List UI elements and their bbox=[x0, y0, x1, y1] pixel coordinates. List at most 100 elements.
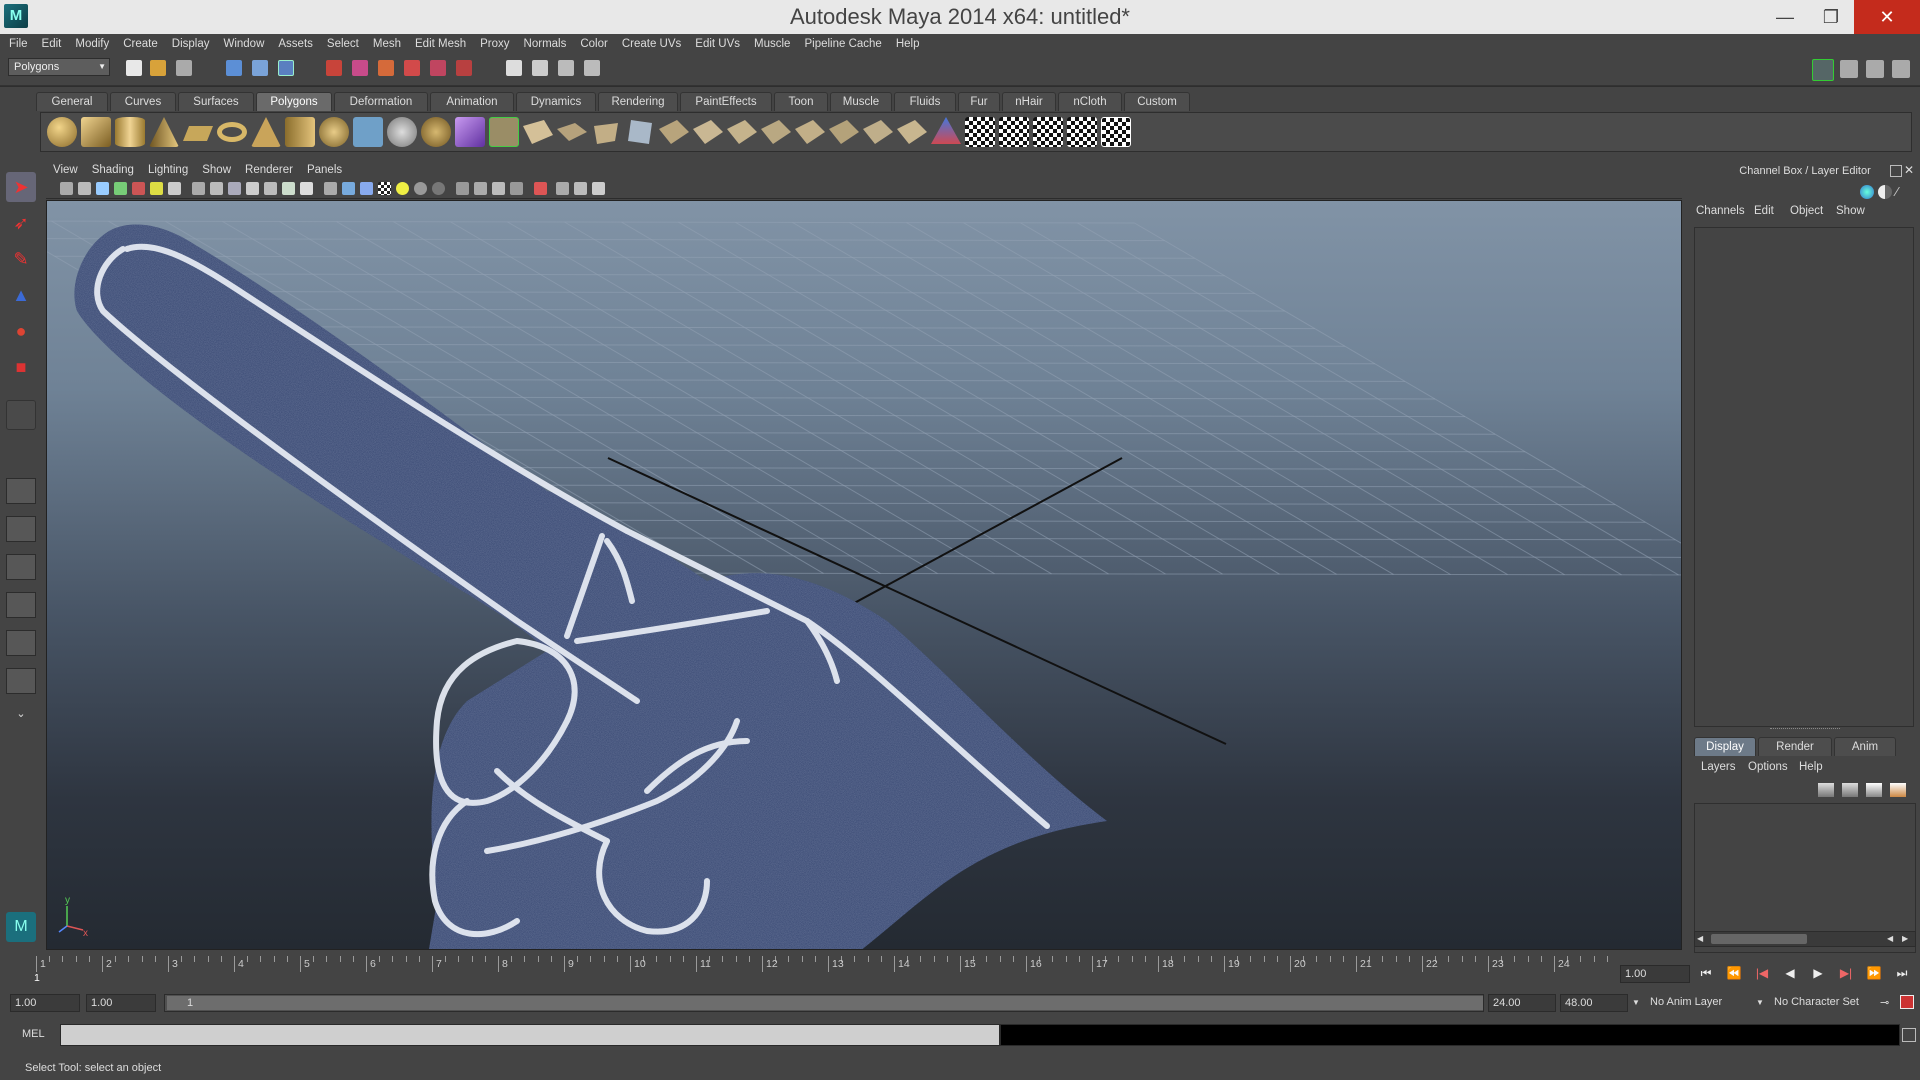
snap-grid-icon[interactable] bbox=[326, 60, 342, 76]
show-tool-settings-icon[interactable] bbox=[1840, 60, 1858, 78]
bookmark-icon[interactable] bbox=[96, 182, 109, 195]
lasso-tool-icon[interactable]: ➶ bbox=[6, 208, 36, 238]
menu-modify[interactable]: Modify bbox=[68, 34, 116, 54]
move-layer-down-icon[interactable] bbox=[1842, 783, 1858, 797]
go-to-start-icon[interactable]: ⏮ bbox=[1695, 962, 1717, 984]
snap-curve-icon[interactable] bbox=[352, 60, 368, 76]
poly-cylinder-icon[interactable] bbox=[115, 117, 145, 147]
menu-select[interactable]: Select bbox=[320, 34, 366, 54]
scrollbar-thumb[interactable] bbox=[1711, 934, 1807, 944]
play-backwards-icon[interactable]: ◀ bbox=[1779, 962, 1801, 984]
tab-custom[interactable]: Custom bbox=[1124, 92, 1190, 111]
poly-prism-icon[interactable] bbox=[251, 117, 281, 147]
poly-cube-icon[interactable] bbox=[81, 117, 111, 147]
tab-fur[interactable]: Fur bbox=[958, 92, 1000, 111]
tab-painteffects[interactable]: PaintEffects bbox=[680, 92, 772, 111]
current-time-marker[interactable]: 1 bbox=[34, 972, 40, 984]
menu-help[interactable]: Help bbox=[889, 34, 927, 54]
render-frame-icon[interactable] bbox=[532, 60, 548, 76]
command-language-label[interactable]: MEL bbox=[22, 1028, 45, 1040]
boolean-icon[interactable] bbox=[421, 117, 451, 147]
animation-start-field[interactable]: 1.00 bbox=[10, 994, 80, 1012]
gate-mask-icon[interactable] bbox=[228, 182, 241, 195]
menu-create-uvs[interactable]: Create UVs bbox=[615, 34, 688, 54]
menu-set-dropdown[interactable]: Polygons ▼ bbox=[8, 58, 110, 76]
viewport-menu-show[interactable]: Show bbox=[195, 161, 238, 179]
layout-hypershade-icon[interactable] bbox=[6, 630, 36, 656]
shadows-icon[interactable] bbox=[414, 182, 427, 195]
offset-edge-icon[interactable] bbox=[659, 120, 689, 144]
character-set-label[interactable]: No Character Set bbox=[1774, 996, 1859, 1008]
xray-icon[interactable] bbox=[534, 182, 547, 195]
viewport-menu-shading[interactable]: Shading bbox=[85, 161, 141, 179]
smooth-icon[interactable] bbox=[455, 117, 485, 147]
scale-tool-icon[interactable]: ■ bbox=[6, 352, 36, 382]
save-scene-icon[interactable] bbox=[176, 60, 192, 76]
bevel-icon[interactable] bbox=[693, 120, 723, 144]
current-frame-field[interactable]: 1.00 bbox=[1620, 965, 1690, 983]
render-view-icon[interactable] bbox=[506, 60, 522, 76]
range-slider-handle[interactable]: 1 bbox=[167, 996, 1483, 1010]
playback-end-field[interactable]: 24.00 bbox=[1488, 994, 1556, 1012]
select-component-icon[interactable] bbox=[278, 60, 294, 76]
planar-mapping-icon[interactable] bbox=[965, 117, 995, 147]
channel-hyper-icon[interactable]: ⁄ bbox=[1896, 185, 1910, 199]
maya-home-icon[interactable]: M bbox=[6, 912, 36, 942]
new-layer-selected-icon[interactable] bbox=[1890, 783, 1906, 797]
new-scene-icon[interactable] bbox=[126, 60, 142, 76]
safe-action-icon[interactable] bbox=[264, 182, 277, 195]
automatic-mapping-icon[interactable] bbox=[1067, 117, 1097, 147]
collapse-icon[interactable] bbox=[761, 120, 791, 144]
menu-create[interactable]: Create bbox=[116, 34, 165, 54]
layout-persp-hypershade-icon[interactable] bbox=[6, 668, 36, 694]
move-layer-up-icon[interactable] bbox=[1818, 783, 1834, 797]
merge-icon[interactable] bbox=[727, 120, 757, 144]
viewport-menu-panels[interactable]: Panels bbox=[300, 161, 349, 179]
snap-view-icon[interactable] bbox=[456, 60, 472, 76]
maximize-button[interactable]: ❐ bbox=[1808, 0, 1854, 34]
scroll-left-icon[interactable]: ◀ bbox=[1697, 934, 1703, 943]
paint-select-tool-icon[interactable]: ✎ bbox=[6, 244, 36, 274]
new-empty-layer-icon[interactable] bbox=[1866, 783, 1882, 797]
scroll-right-icon[interactable]: ◀ bbox=[1887, 934, 1893, 943]
viewport-menu-view[interactable]: View bbox=[46, 161, 85, 179]
textured-icon[interactable] bbox=[378, 182, 391, 195]
poly-helix-icon[interactable] bbox=[319, 117, 349, 147]
auto-key-icon[interactable]: ⊸ bbox=[1880, 996, 1889, 1009]
anim-layer-label[interactable]: No Anim Layer bbox=[1650, 996, 1722, 1008]
resolution-gate-icon[interactable] bbox=[210, 182, 223, 195]
anim-layer-dropdown-icon[interactable]: ▼ bbox=[1632, 998, 1640, 1007]
menu-edit[interactable]: Edit bbox=[35, 34, 69, 54]
menu-pipeline-cache[interactable]: Pipeline Cache bbox=[797, 34, 888, 54]
tab-animation[interactable]: Animation bbox=[430, 92, 514, 111]
layer-menu-help[interactable]: Help bbox=[1799, 761, 1823, 773]
show-attribute-editor-icon[interactable] bbox=[1812, 59, 1834, 81]
xray-joints-icon[interactable] bbox=[556, 182, 569, 195]
screen-space-ao-icon[interactable] bbox=[432, 182, 445, 195]
layout-persp-graph-icon[interactable] bbox=[6, 592, 36, 618]
isolate-select-icon[interactable] bbox=[510, 182, 523, 195]
tab-ncloth[interactable]: nCloth bbox=[1058, 92, 1122, 111]
extract-icon[interactable] bbox=[897, 120, 927, 144]
xray-components-icon[interactable] bbox=[574, 182, 587, 195]
menu-edit-mesh[interactable]: Edit Mesh bbox=[408, 34, 473, 54]
smooth-shade-icon[interactable] bbox=[342, 182, 355, 195]
open-scene-icon[interactable] bbox=[150, 60, 166, 76]
cylindrical-mapping-icon[interactable] bbox=[999, 117, 1029, 147]
more-layouts-icon[interactable]: ⌄ bbox=[6, 706, 36, 728]
layout-four-view-icon[interactable] bbox=[6, 516, 36, 542]
snap-plane-icon[interactable] bbox=[404, 60, 420, 76]
menu-edit-uvs[interactable]: Edit UVs bbox=[688, 34, 747, 54]
layer-menu-layers[interactable]: Layers bbox=[1701, 761, 1736, 773]
tab-fluids[interactable]: Fluids bbox=[894, 92, 956, 111]
layout-persp-outliner-icon[interactable] bbox=[6, 554, 36, 580]
tab-display-layers[interactable]: Display bbox=[1694, 737, 1756, 756]
tab-dynamics[interactable]: Dynamics bbox=[516, 92, 596, 111]
field-chart-icon[interactable] bbox=[246, 182, 259, 195]
channel-speed-icon[interactable] bbox=[1878, 185, 1892, 199]
ipr-render-icon[interactable] bbox=[558, 60, 574, 76]
script-editor-icon[interactable] bbox=[1902, 1028, 1916, 1042]
film-gate-icon[interactable] bbox=[192, 182, 205, 195]
rotate-tool-icon[interactable]: ● bbox=[6, 316, 36, 346]
channel-menu-channels[interactable]: Channels bbox=[1696, 205, 1745, 217]
